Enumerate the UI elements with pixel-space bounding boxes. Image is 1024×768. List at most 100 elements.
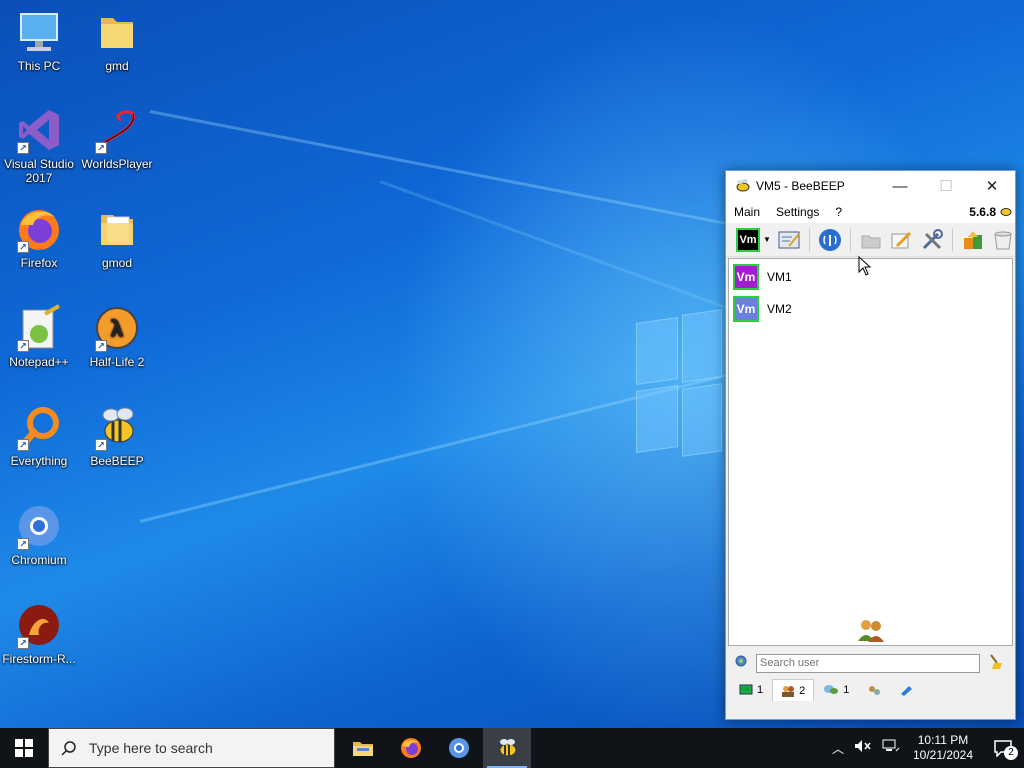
taskbar-search-box[interactable]: Type here to search (48, 728, 335, 768)
taskbar-firefox[interactable] (387, 728, 435, 768)
search-icon (61, 741, 76, 756)
tab-network[interactable] (858, 679, 890, 701)
volume-muted-icon[interactable] (854, 739, 872, 758)
everything-search-icon: ↗ (15, 403, 63, 451)
firefox-icon: ↗ (15, 205, 63, 253)
desktop-icon-this-pc[interactable]: This PC (0, 8, 78, 73)
worldsplayer-icon: ↗ (93, 106, 141, 154)
user-name: VM2 (767, 302, 792, 316)
network-button[interactable] (818, 226, 842, 254)
windows-icon (15, 739, 33, 757)
chromium-icon: ↗ (15, 502, 63, 550)
monitor-icon (15, 8, 63, 56)
chat-icon (739, 684, 753, 695)
users-icon (782, 685, 795, 697)
edit-profile-button[interactable] (777, 226, 801, 254)
desktop-icon-worldsplayer[interactable]: ↗ WorldsPlayer (78, 106, 156, 171)
tab-groups[interactable]: 1 (814, 679, 858, 701)
network-tray-icon[interactable] (882, 739, 900, 758)
desktop-icon-chromium[interactable]: ↗ Chromium (0, 502, 78, 567)
list-item-user-vm2[interactable]: Vm VM2 (729, 293, 1012, 325)
svg-text:λ: λ (110, 317, 124, 342)
desktop-icon-visual-studio[interactable]: ↗ Visual Studio 2017 (0, 106, 78, 185)
tools-button[interactable] (920, 226, 944, 254)
bee-icon (734, 178, 752, 195)
notification-count-badge: 2 (1004, 746, 1018, 760)
toolbar-separator (809, 227, 810, 252)
tab-plugins[interactable] (890, 679, 922, 701)
bee-icon: ↗ (93, 403, 141, 451)
write-message-button[interactable] (889, 226, 913, 254)
half-life-icon: λ ↗ (93, 304, 141, 352)
chromium-icon (449, 738, 469, 758)
wallpaper-beam (149, 110, 759, 232)
avatar: Vm (733, 264, 759, 290)
bin-icon (994, 231, 1012, 249)
menu-main[interactable]: Main (726, 205, 768, 219)
vcard-icon (778, 231, 800, 248)
version-label: 5.6.8 (969, 205, 996, 219)
maximize-button: ☐ (939, 178, 953, 195)
desktop-icon-everything[interactable]: ↗ Everything (0, 403, 78, 468)
boxes-icon (963, 230, 982, 249)
visual-studio-icon: ↗ (15, 106, 63, 154)
taskbar-beebeep[interactable] (483, 728, 531, 768)
desktop-icon-firefox[interactable]: ↗ Firefox (0, 205, 78, 270)
tools-icon (922, 228, 943, 249)
desktop-icon-firestorm[interactable]: ↗ Firestorm-R... (0, 601, 78, 666)
toolbar-separator (850, 227, 852, 252)
users-group-icon (855, 617, 887, 648)
clock[interactable]: 10:11 PM 10/21/2024 (910, 733, 976, 763)
tab-bar: 1 2 1 (726, 677, 1015, 701)
bee-icon (499, 739, 517, 757)
gear-icon[interactable] (734, 654, 748, 673)
avatar: Vm (733, 296, 759, 322)
status-button[interactable]: Vm ▼ (736, 226, 771, 254)
taskbar-chromium[interactable] (435, 728, 483, 768)
folder-share-icon (861, 235, 881, 248)
taskbar-file-explorer[interactable] (339, 728, 387, 768)
toolbar-separator (951, 227, 953, 252)
system-tray: ︿ 10:11 PM 10/21/2024 2 (832, 728, 1024, 768)
beebeep-window[interactable]: VM5 - BeeBEEP — ☐ ✕ Main Settings ? 5.6.… (725, 170, 1016, 720)
user-list: Vm VM1 Vm VM2 (728, 258, 1013, 646)
groups-icon (824, 685, 839, 694)
mouse-cursor (858, 255, 872, 281)
desktop-icon-gmod[interactable]: gmod (78, 205, 156, 270)
plugin-icon (901, 686, 913, 696)
user-name: VM1 (767, 270, 792, 284)
status-badge: Vm (736, 227, 760, 252)
toolbar: Vm ▼ (726, 223, 1015, 257)
close-button[interactable]: ✕ (969, 171, 1015, 201)
notification-center-button[interactable]: 2 (986, 728, 1020, 768)
desktop-icon-gmd[interactable]: gmd (78, 8, 156, 73)
bee-icon (1000, 205, 1012, 220)
date-label: 10/21/2024 (912, 748, 974, 762)
clear-search-icon[interactable] (988, 653, 1002, 674)
broadcast-icon (819, 228, 842, 251)
clear-button[interactable] (991, 226, 1015, 254)
desktop-icon-notepadpp[interactable]: ↗ Notepad++ (0, 304, 78, 369)
tab-users[interactable]: 2 (772, 679, 815, 701)
taskbar: Type here to search ︿ 10:11 PM 10/21/202… (0, 728, 1024, 768)
menu-settings[interactable]: Settings (768, 205, 827, 219)
network-icon (869, 686, 881, 695)
minimize-button[interactable]: — (877, 171, 923, 201)
notepadpp-icon: ↗ (15, 304, 63, 352)
folder-icon (93, 8, 141, 56)
menu-help[interactable]: ? (827, 205, 850, 219)
search-user-input[interactable] (756, 653, 980, 673)
desktop-icon-half-life-2[interactable]: λ ↗ Half-Life 2 (78, 304, 156, 369)
search-placeholder: Type here to search (89, 740, 213, 756)
title-bar[interactable]: VM5 - BeeBEEP — ☐ ✕ (726, 171, 1015, 201)
send-file-button (859, 226, 883, 254)
time-label: 10:11 PM (917, 733, 969, 747)
start-button[interactable] (0, 728, 48, 768)
pencil-icon (891, 231, 912, 248)
plugins-button[interactable] (961, 226, 985, 254)
chevron-up-icon[interactable]: ︿ (832, 740, 844, 757)
tab-chats[interactable]: 1 (730, 679, 772, 701)
desktop-icon-beebeep[interactable]: ↗ BeeBEEP (78, 403, 156, 468)
folder-icon (93, 205, 141, 253)
windows-logo-wallpaper (636, 300, 726, 465)
